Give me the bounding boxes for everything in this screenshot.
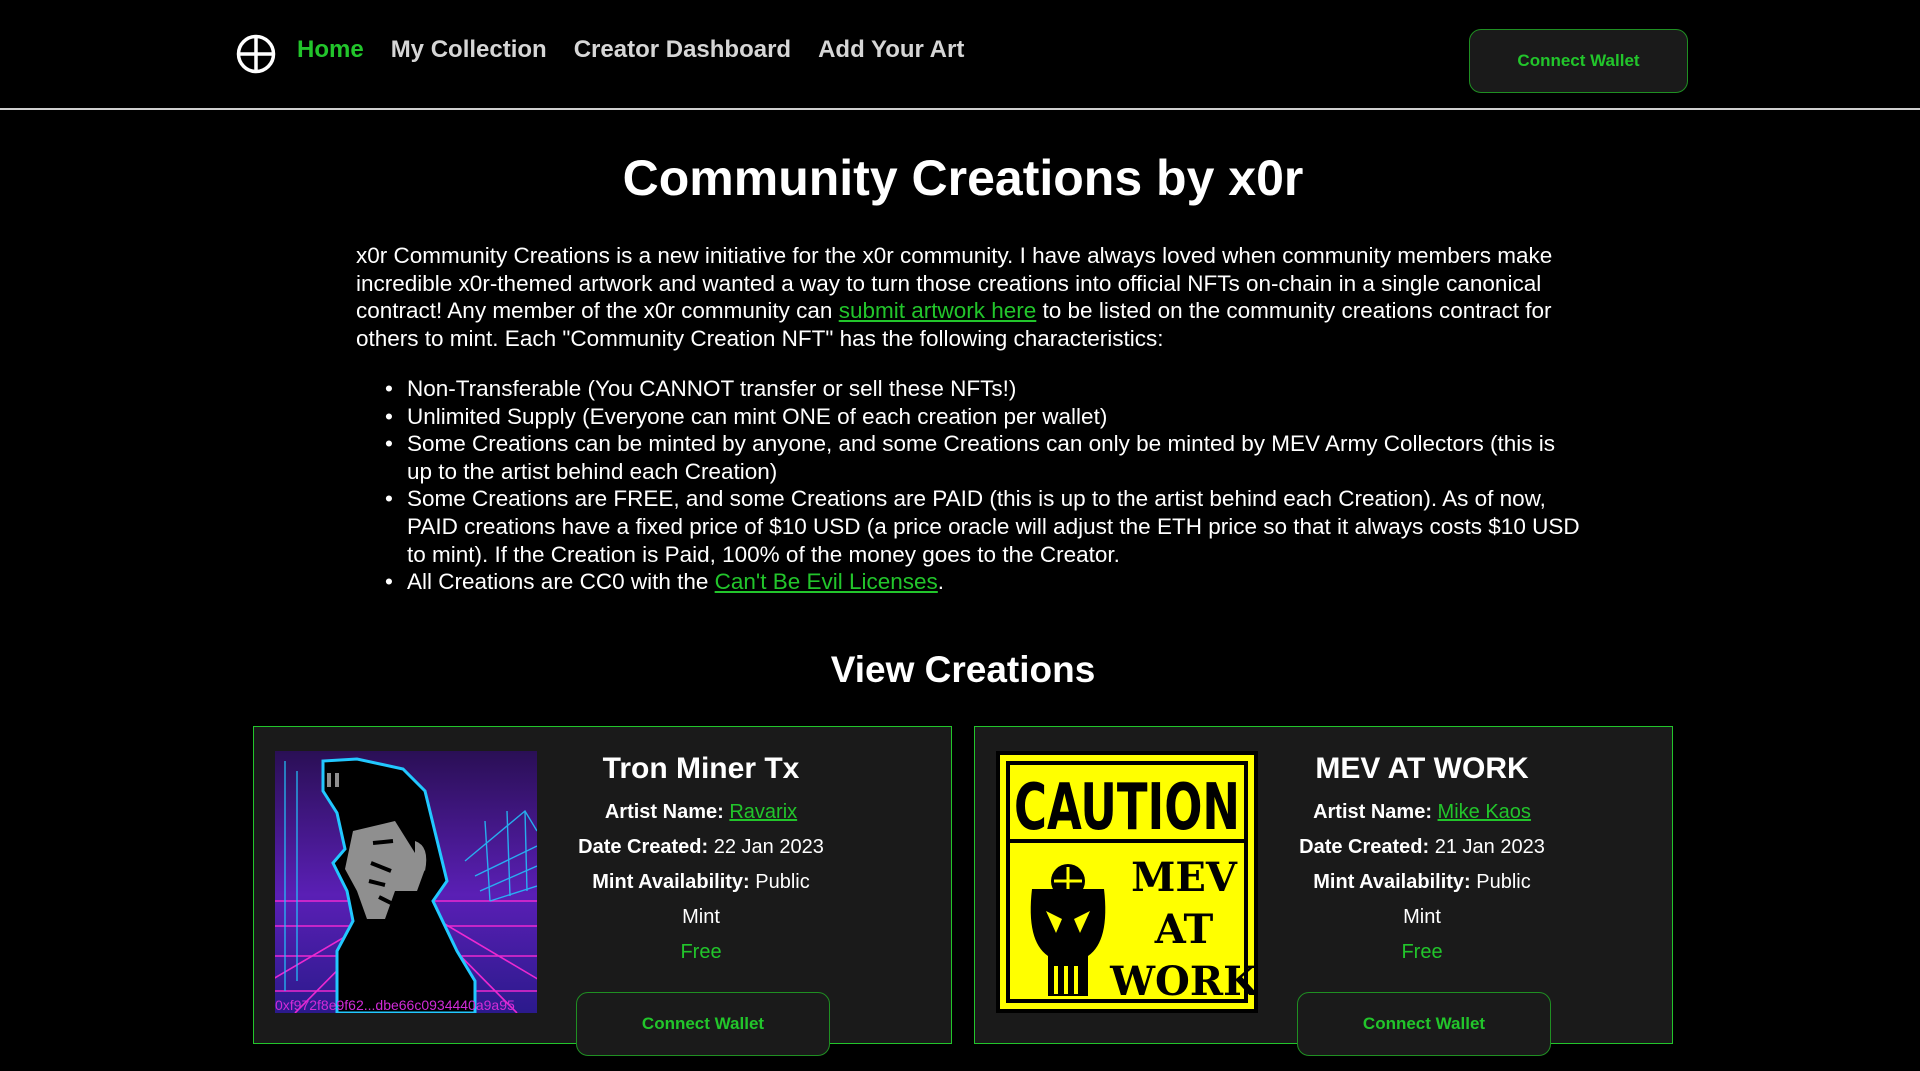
submit-artwork-link[interactable]: submit artwork here [839,298,1037,323]
card-details: Tron Miner Tx Artist Name: Ravarix Date … [576,751,830,1056]
date-row: Date Created: 21 Jan 2023 [1297,830,1547,865]
nav-creator-dashboard[interactable]: Creator Dashboard [574,34,791,66]
date-value: 21 Jan 2023 [1434,836,1545,858]
list-item: Some Creations can be minted by anyone, … [385,430,1585,485]
mint-label: Mint Availability: [592,871,750,893]
mev-at-work-artwork: CAUTION MEV AT WORK [996,751,1258,1013]
card-details: MEV AT WORK Artist Name: Mike Kaos Date … [1297,751,1551,1056]
artist-row: Artist Name: Ravarix [576,795,826,830]
license-period: . [937,569,945,595]
cant-be-evil-link[interactable]: Can't Be Evil Licenses [715,569,938,594]
tron-miner-artwork: 0xf972f8e9f62...dbe66c0934440a9a95 [275,751,537,1013]
list-item: Non-Transferable (You CANNOT transfer or… [385,375,1585,403]
caution-sign-image: CAUTION MEV AT WORK [996,751,1258,1013]
creation-card-mev-at-work: CAUTION MEV AT WORK MEV AT WORK Artist N… [974,726,1673,1056]
date-value: 22 Jan 2023 [713,836,824,858]
date-row: Date Created: 22 Jan 2023 [576,830,826,865]
mint-label: Mint Availability: [1313,871,1471,893]
card-title: MEV AT WORK [1315,752,1529,785]
mint-row: Mint Availability: Public Mint [1297,865,1547,935]
artist-label: Artist Name: [604,801,724,823]
nav-links: Home My Collection Creator Dashboard Add… [297,34,964,66]
creation-card-tron-miner: 0xf972f8e9f62...dbe66c0934440a9a95 Tron … [253,726,952,1056]
card-connect-wallet-button[interactable]: Connect Wallet [1297,992,1551,1056]
card-connect-wallet-button[interactable]: Connect Wallet [576,992,830,1056]
artist-link[interactable]: Mike Kaos [1438,801,1531,823]
license-text: All Creations are CC0 with the [407,569,715,595]
artist-row: Artist Name: Mike Kaos [1297,795,1547,830]
contract-address: 0xf972f8e9f62...dbe66c0934440a9a95 [275,997,515,1013]
intro-paragraph: x0r Community Creations is a new initiat… [356,242,1576,352]
sign-line-mev: MEV [1131,854,1238,901]
mint-row: Mint Availability: Public Mint [576,865,826,935]
price-label: Free [680,941,722,963]
characteristics-list: Non-Transferable (You CANNOT transfer or… [385,375,1585,596]
sign-caution-text: CAUTION [1014,771,1240,845]
card-title: Tron Miner Tx [602,752,800,785]
sign-line-work: WORK [1109,958,1258,1005]
navbar: Home My Collection Creator Dashboard Add… [0,0,1920,110]
nav-add-your-art[interactable]: Add Your Art [818,34,964,66]
list-item: Some Creations are FREE, and some Creati… [385,485,1585,568]
view-creations-title: View Creations [830,649,1096,690]
artist-link[interactable]: Ravarix [729,801,797,823]
sign-line-at: AT [1154,906,1214,953]
nav-my-collection[interactable]: My Collection [391,34,547,66]
nav-home[interactable]: Home [297,34,364,66]
price-label: Free [1401,941,1443,963]
crosshair-logo-icon[interactable] [236,34,276,74]
date-label: Date Created: [578,836,709,858]
tron-miner-image [275,751,537,1013]
list-item: Unlimited Supply (Everyone can mint ONE … [385,403,1585,431]
connect-wallet-button[interactable]: Connect Wallet [1469,29,1688,93]
list-item: All Creations are CC0 with the Can't Be … [385,568,1585,596]
artist-label: Artist Name: [1313,801,1432,823]
date-label: Date Created: [1299,836,1430,858]
page-title: Community Creations by x0r [622,150,1304,206]
